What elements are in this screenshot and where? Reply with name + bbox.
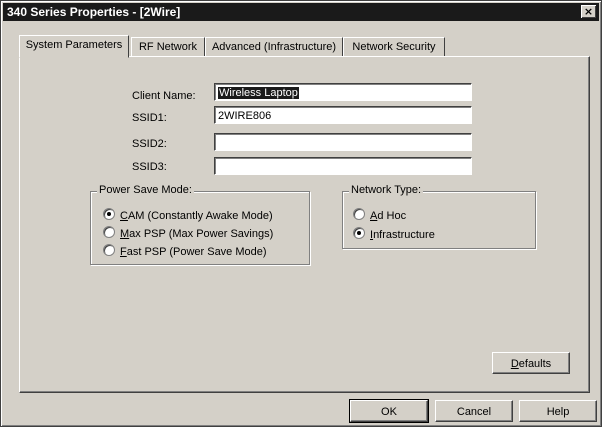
- help-label: Help: [546, 406, 570, 418]
- ssid3-label: SSID3:: [132, 161, 167, 173]
- ssid1-field[interactable]: 2WIRE806: [214, 106, 472, 124]
- tab-network-security[interactable]: Network Security: [343, 37, 445, 56]
- network-type-group: Network Type: Ad Hoc Infrastructure: [342, 184, 536, 249]
- window-title: 340 Series Properties - [2Wire]: [7, 5, 181, 19]
- radio-infrastructure[interactable]: Infrastructure: [353, 227, 435, 241]
- ssid1-value: 2WIRE806: [218, 110, 272, 122]
- client-name-field[interactable]: Wireless Laptop: [214, 83, 472, 101]
- radio-label: ax PSP (Max Power Savings): [129, 228, 274, 240]
- tab-label: RF Network: [138, 41, 198, 53]
- title-bar[interactable]: 340 Series Properties - [2Wire] ×: [3, 3, 599, 21]
- radio-label: AM (Constantly Awake Mode): [127, 210, 273, 222]
- cancel-button[interactable]: Cancel: [435, 400, 513, 422]
- ok-button[interactable]: OK: [349, 399, 429, 423]
- radio-label: nfrastructure: [373, 229, 435, 241]
- tab-rf-network[interactable]: RF Network: [131, 37, 205, 56]
- power-save-mode-group: Power Save Mode: CAM (Constantly Awake M…: [90, 184, 310, 265]
- radio-label: d Hoc: [377, 210, 407, 222]
- radio-accel: M: [120, 228, 130, 240]
- radio-accel: F: [120, 246, 127, 258]
- defaults-button[interactable]: Defaults: [492, 352, 570, 374]
- system-parameters-panel: Client Name: Wireless Laptop SSID1: 2WIR…: [19, 56, 590, 393]
- radio-cam[interactable]: CAM (Constantly Awake Mode): [103, 208, 273, 222]
- radio-button-icon: [353, 208, 365, 220]
- radio-fast-psp[interactable]: Fast PSP (Power Save Mode): [103, 244, 267, 258]
- tab-label: Network Security: [352, 41, 436, 53]
- tab-system-parameters[interactable]: System Parameters: [19, 35, 129, 58]
- radio-label: ast PSP (Power Save Mode): [126, 246, 267, 258]
- radio-button-icon: [353, 227, 365, 239]
- radio-accel: C: [120, 210, 128, 222]
- network-type-legend: Network Type:: [349, 184, 424, 196]
- power-save-mode-legend: Power Save Mode:: [97, 184, 194, 196]
- cancel-label: Cancel: [456, 406, 492, 418]
- tab-label: Advanced (Infrastructure): [211, 41, 337, 53]
- ok-label: OK: [381, 406, 397, 418]
- defaults-accel: D: [510, 358, 519, 370]
- ssid3-field[interactable]: [214, 157, 472, 175]
- ssid2-label: SSID2:: [132, 138, 167, 150]
- radio-max-psp[interactable]: Max PSP (Max Power Savings): [103, 226, 273, 240]
- radio-button-icon: [103, 226, 115, 238]
- radio-button-icon: [103, 244, 115, 256]
- ssid2-field[interactable]: [214, 133, 472, 151]
- ssid1-label: SSID1:: [132, 112, 167, 124]
- tab-label: System Parameters: [25, 39, 123, 51]
- help-button[interactable]: Help: [519, 400, 597, 422]
- client-name-value: Wireless Laptop: [218, 87, 299, 99]
- defaults-label: efaults: [518, 358, 552, 370]
- radio-button-icon: [103, 208, 115, 220]
- radio-ad-hoc[interactable]: Ad Hoc: [353, 208, 406, 222]
- tab-advanced-infrastructure[interactable]: Advanced (Infrastructure): [205, 37, 343, 56]
- close-icon: ×: [583, 5, 594, 18]
- properties-dialog: 340 Series Properties - [2Wire] × System…: [0, 0, 602, 427]
- client-name-label: Client Name:: [132, 90, 196, 102]
- close-button[interactable]: ×: [581, 5, 596, 18]
